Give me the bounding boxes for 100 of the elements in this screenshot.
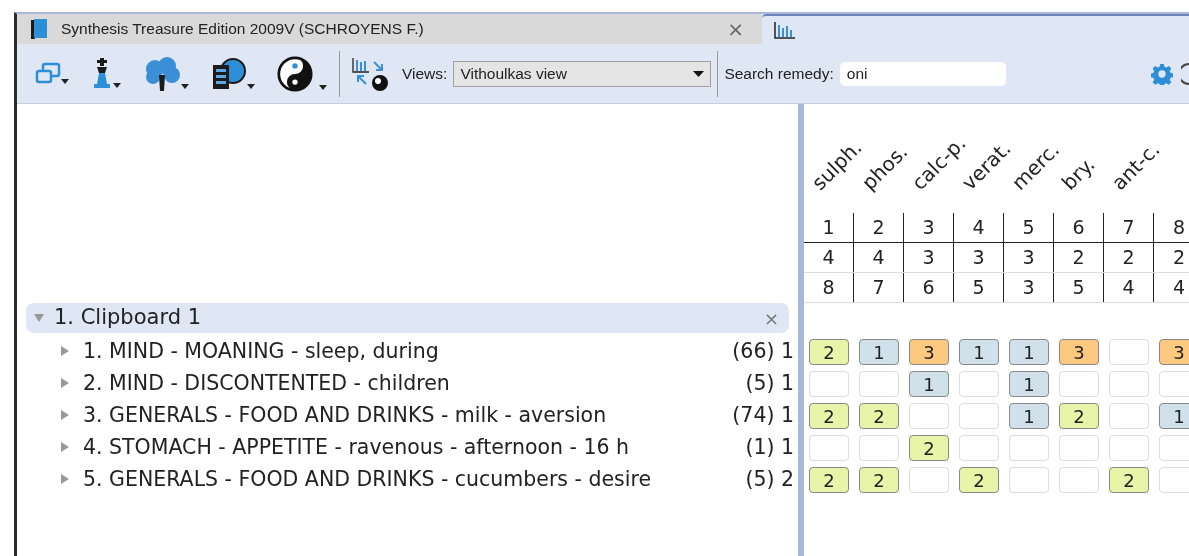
remedy-number: 6: [922, 275, 935, 301]
grade-cell[interactable]: 2: [909, 435, 949, 461]
empty-cell[interactable]: [1109, 371, 1149, 397]
remedy-number: 5: [972, 275, 985, 301]
remedy-number: 4: [872, 245, 885, 271]
search-field[interactable]: oni: [839, 61, 1006, 86]
expand-icon[interactable]: [61, 442, 69, 452]
close-icon[interactable]: ×: [727, 19, 744, 39]
caret-icon: [319, 84, 327, 90]
rubric-count: (66) 1: [732, 337, 794, 365]
rubric-text[interactable]: 4. STOMACH - APPETITE - ravenous - afternoon - 16 h: [83, 431, 746, 463]
remedy-number: 2: [1122, 245, 1135, 271]
grade-cell[interactable]: 1: [1009, 403, 1049, 429]
remedy-number: 4: [822, 245, 835, 271]
remedy-number: 2: [1072, 245, 1085, 271]
grade-cell[interactable]: 1: [909, 371, 949, 397]
expand-icon[interactable]: [61, 410, 69, 420]
empty-cell[interactable]: [859, 371, 899, 397]
grade-cell[interactable]: 2: [859, 467, 899, 493]
grade-cell[interactable]: 1: [1009, 371, 1049, 397]
clipboard-title: 1. Clipboard 1: [54, 304, 203, 332]
remedy-number: 2: [1172, 245, 1186, 271]
grade-cell[interactable]: 2: [809, 467, 849, 493]
remedy-number: 3: [1022, 245, 1035, 271]
empty-cell[interactable]: [1159, 435, 1189, 461]
empty-cell[interactable]: [1059, 371, 1099, 397]
rubric-text[interactable]: 5. GENERALS - FOOD AND DRINKS - cucumbers - desire: [83, 463, 746, 495]
remedy-number: 8: [822, 275, 835, 301]
rubric-count: (5) 1: [745, 369, 794, 397]
yin-yang-icon: [277, 55, 313, 92]
grade-cell[interactable]: 2: [859, 403, 899, 429]
remedy-number: 5: [1022, 215, 1035, 241]
empty-cell[interactable]: [909, 467, 949, 493]
caret-icon: [61, 78, 69, 84]
remedy-number: 4: [1172, 275, 1186, 301]
empty-cell[interactable]: [959, 403, 999, 429]
empty-cell[interactable]: [1159, 371, 1189, 397]
server-globe-icon[interactable]: [211, 56, 247, 91]
grade-cell[interactable]: 3: [1159, 339, 1189, 365]
views-label: Views:: [402, 63, 448, 84]
caret-icon: [693, 70, 705, 77]
rubric-text[interactable]: 3. GENERALS - FOOD AND DRINKS - milk - aversion: [83, 399, 733, 431]
remedy-number: 6: [1072, 215, 1085, 241]
document-tab[interactable]: Synthesis Treasure Edition 2009V (SCHROYENS F.) ×: [17, 14, 762, 44]
sync-chart-icon[interactable]: [352, 55, 390, 92]
grade-cell[interactable]: 1: [859, 339, 899, 365]
caret-icon: [113, 82, 121, 88]
grade-cell[interactable]: 2: [809, 339, 849, 365]
rubric-count: (74) 1: [732, 401, 794, 429]
chess-king-icon[interactable]: [91, 57, 113, 90]
expand-icon[interactable]: [61, 346, 69, 356]
remedy-number: 7: [872, 275, 885, 301]
empty-cell[interactable]: [1009, 467, 1049, 493]
empty-cell[interactable]: [1109, 339, 1149, 365]
rubric-count: (1) 1: [745, 433, 794, 461]
empty-cell[interactable]: [959, 371, 999, 397]
collapse-icon[interactable]: [34, 313, 44, 323]
remedy-number: 4: [1122, 275, 1135, 301]
expand-icon[interactable]: [61, 378, 69, 388]
rubric-text[interactable]: 1. MIND - MOANING - sleep, during: [83, 335, 733, 367]
views-dropdown[interactable]: Vithoulkas view: [453, 60, 712, 87]
empty-cell[interactable]: [1059, 467, 1099, 493]
empty-cell[interactable]: [809, 371, 849, 397]
empty-cell[interactable]: [1009, 435, 1049, 461]
remedy-number: 2: [872, 215, 885, 241]
empty-cell[interactable]: [1109, 403, 1149, 429]
remedy-number: 3: [1022, 275, 1035, 301]
grade-cell[interactable]: 3: [1059, 339, 1099, 365]
tab-title: Synthesis Treasure Edition 2009V (SCHROYENS F.): [61, 19, 425, 40]
grade-cell[interactable]: 2: [1109, 467, 1149, 493]
remedy-number: 3: [972, 245, 985, 271]
empty-cell[interactable]: [1109, 435, 1149, 461]
bar-chart-icon: [774, 21, 796, 39]
rubric-count: (5) 2: [745, 465, 794, 493]
tree-icon[interactable]: [143, 56, 181, 91]
grade-cell[interactable]: 2: [959, 467, 999, 493]
empty-cell[interactable]: [909, 403, 949, 429]
remedy-number: 3: [922, 215, 935, 241]
remedy-number: 1: [822, 215, 835, 241]
remedy-number: 5: [1072, 275, 1085, 301]
grade-cell[interactable]: 2: [1059, 403, 1099, 429]
empty-cell[interactable]: [809, 435, 849, 461]
remedy-number: 4: [972, 215, 985, 241]
empty-cell[interactable]: [859, 435, 899, 461]
grade-cell[interactable]: 3: [909, 339, 949, 365]
chart-tab[interactable]: [762, 14, 1189, 44]
empty-cell[interactable]: [1059, 435, 1099, 461]
close-icon[interactable]: ×: [763, 304, 779, 332]
empty-cell[interactable]: [1159, 467, 1189, 493]
caret-icon: [181, 83, 189, 89]
clipboard-header[interactable]: 1. Clipboard 1 ×: [26, 303, 789, 333]
grade-cell[interactable]: 1: [959, 339, 999, 365]
windows-icon[interactable]: [35, 61, 61, 86]
grade-cell[interactable]: 2: [809, 403, 849, 429]
grade-cell[interactable]: 1: [1009, 339, 1049, 365]
empty-cell[interactable]: [959, 435, 999, 461]
expand-icon[interactable]: [61, 474, 69, 484]
rubric-text[interactable]: 2. MIND - DISCONTENTED - children: [83, 367, 746, 399]
settings-icon[interactable]: [1151, 62, 1173, 85]
grade-cell[interactable]: 1: [1159, 403, 1189, 429]
